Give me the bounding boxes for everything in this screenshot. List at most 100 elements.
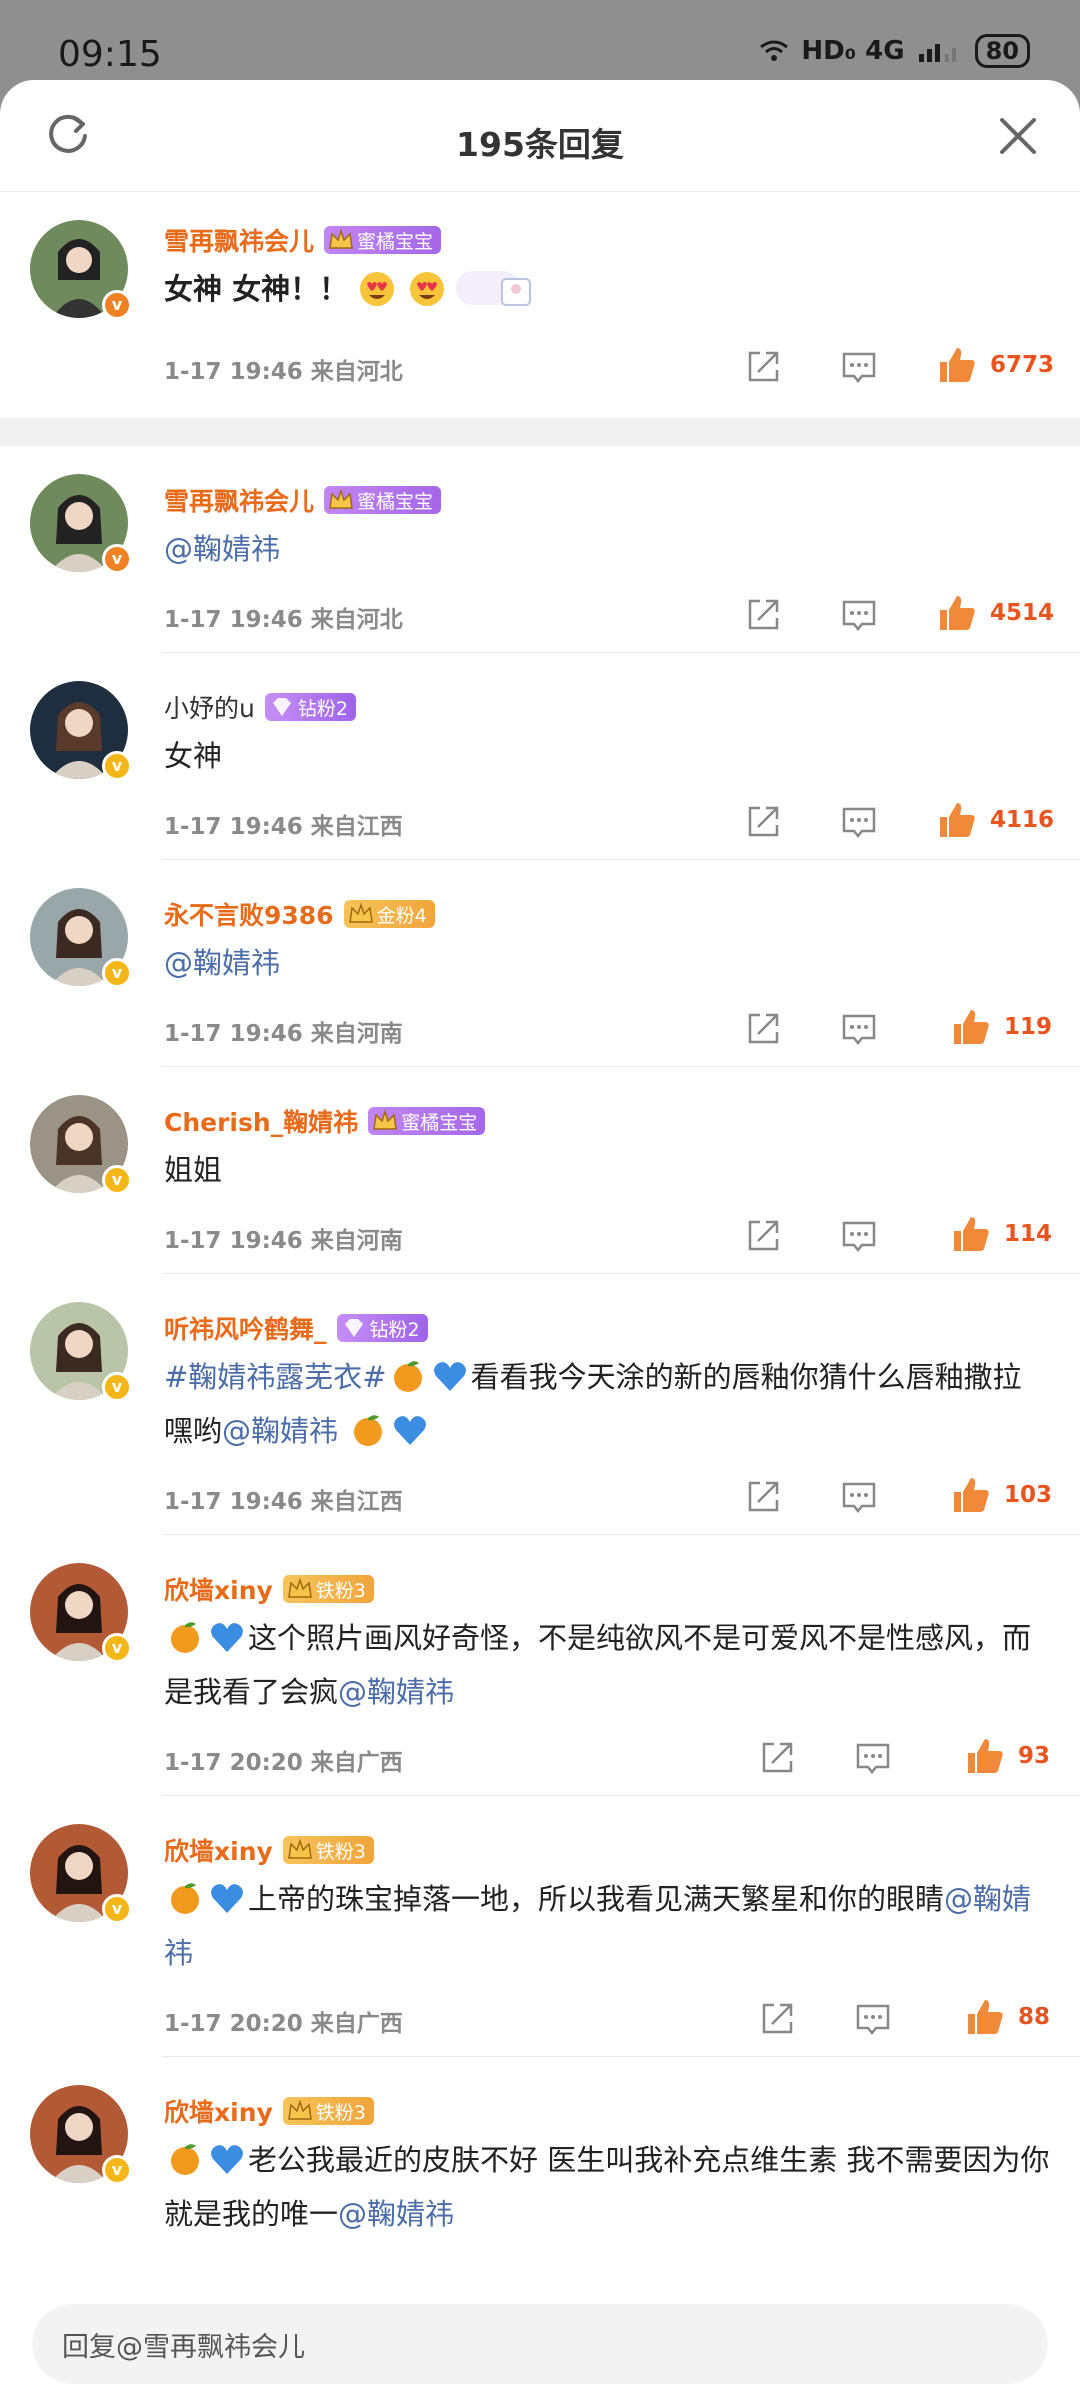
comment-author[interactable]: 永不言败9386 bbox=[164, 896, 334, 932]
comment-author[interactable]: 小妤的u bbox=[164, 689, 255, 725]
section-divider bbox=[0, 418, 1080, 446]
verified-badge: v bbox=[102, 958, 132, 988]
reply-input[interactable]: 回复@雪再飘祎会儿 bbox=[32, 2304, 1048, 2384]
comment-meta: 1-17 20:20 来自广西 93 bbox=[164, 1725, 1050, 1795]
fan-badge: 铁粉3 bbox=[282, 1575, 374, 1603]
like-icon[interactable] bbox=[950, 1474, 992, 1516]
crown-icon bbox=[373, 1109, 398, 1130]
share-icon[interactable] bbox=[744, 803, 782, 841]
avatar[interactable]: v bbox=[30, 888, 132, 988]
like-icon[interactable] bbox=[936, 799, 978, 841]
avatar[interactable]: v bbox=[30, 1302, 132, 1402]
heart-eyes-emoji-icon bbox=[410, 272, 445, 306]
avatar[interactable]: v bbox=[30, 681, 132, 781]
avatar[interactable]: v bbox=[30, 1563, 132, 1663]
comment-icon[interactable] bbox=[840, 1010, 878, 1048]
comment-author[interactable]: Cherish_鞠婧祎 bbox=[164, 1103, 358, 1139]
avatar[interactable]: v bbox=[30, 2085, 132, 2185]
comment-author[interactable]: 欣墙xiny bbox=[164, 2093, 273, 2129]
verified-badge: v bbox=[102, 290, 132, 320]
comment-text: 上帝的珠宝掉落一地，所以我看见满天繁星和你的眼睛@鞠婧祎 bbox=[164, 1872, 1050, 1980]
comment-author[interactable]: 雪再飘祎会儿 bbox=[164, 222, 314, 258]
like-count: 103 bbox=[1004, 1482, 1053, 1508]
blue-heart-emoji-icon bbox=[211, 1884, 243, 1913]
like-icon[interactable] bbox=[936, 592, 978, 634]
sheet-header: 195条回复 bbox=[0, 80, 1080, 192]
avatar[interactable]: v bbox=[30, 220, 132, 320]
comment-icon[interactable] bbox=[840, 1217, 878, 1255]
hashtag-link[interactable]: #鞠婧祎露芜衣# bbox=[164, 1360, 387, 1394]
like-icon[interactable] bbox=[950, 1213, 992, 1255]
verified-badge: v bbox=[102, 1894, 132, 1924]
share-icon[interactable] bbox=[744, 1010, 782, 1048]
verified-badge: v bbox=[102, 1372, 132, 1402]
avatar[interactable]: v bbox=[30, 1095, 132, 1195]
comment-time: 1-17 19:46 来自河北 bbox=[164, 359, 403, 385]
comment-icon[interactable] bbox=[854, 1739, 892, 1777]
featured-comment: v 雪再飘祎会儿 蜜橘宝宝 女神 女神！！ 1-17 19:46 来自河北 67… bbox=[0, 192, 1080, 404]
comment-body: 老公我最近的皮肤不好 医生叫我补充点维生素 我不需要因为你就是我的唯一 bbox=[164, 2143, 1050, 2231]
comment-body: 这个照片画风好奇怪，不是纯欲风不是可爱风不是性感风，而是我看了会疯 bbox=[164, 1621, 1032, 1709]
comment-meta: 1-17 20:20 来自广西 88 bbox=[164, 1986, 1050, 2056]
like-count: 4514 bbox=[990, 600, 1055, 626]
reply-item: v 欣墙xiny 铁粉3 这个照片画风好奇怪，不是纯欲风不是可爱风不是性感风，而… bbox=[0, 1535, 1080, 1796]
verified-badge: v bbox=[102, 2155, 132, 2185]
reply-item: v 欣墙xiny 铁粉3 老公我最近的皮肤不好 医生叫我补充点维生素 我不需要因… bbox=[0, 2057, 1080, 2241]
comment-icon[interactable] bbox=[840, 348, 878, 386]
verified-badge: v bbox=[102, 1165, 132, 1195]
comment-text: 姐姐 bbox=[164, 1143, 1050, 1197]
mention-link[interactable]: @鞠婧祎 bbox=[338, 2197, 454, 2231]
comment-time: 1-17 20:20 来自广西 bbox=[164, 2011, 403, 2037]
sheet-title: 195条回复 bbox=[456, 125, 624, 164]
reply-item: v 欣墙xiny 铁粉3 上帝的珠宝掉落一地，所以我看见满天繁星和你的眼睛@鞠婧… bbox=[0, 1796, 1080, 2057]
close-icon[interactable] bbox=[996, 114, 1040, 158]
verified-badge: v bbox=[102, 1633, 132, 1663]
comment-icon[interactable] bbox=[840, 803, 878, 841]
crown-icon bbox=[287, 1577, 312, 1598]
reply-item: v 听祎风吟鹤舞_ 钻粉2 #鞠婧祎露芜衣# 看看我今天涂的新的唇釉你猜什么唇釉撒… bbox=[0, 1274, 1080, 1535]
share-icon[interactable] bbox=[744, 348, 782, 386]
reply-item: v 雪再飘祎会儿 蜜橘宝宝 @鞠婧祎 1-17 19:46 来自河北 4514 bbox=[0, 446, 1080, 653]
comment-meta: 1-17 19:46 来自河南 119 bbox=[164, 996, 1052, 1066]
comment-meta: 1-17 19:46 来自河北 4514 bbox=[164, 582, 1054, 652]
fan-badge: 钻粉2 bbox=[264, 693, 356, 721]
battery-indicator: 80 bbox=[974, 34, 1030, 68]
comment-icon[interactable] bbox=[840, 1478, 878, 1516]
share-icon[interactable] bbox=[758, 1739, 796, 1777]
comment-text: 老公我最近的皮肤不好 医生叫我补充点维生素 我不需要因为你就是我的唯一@鞠婧祎 bbox=[164, 2133, 1050, 2241]
comment-author[interactable]: 欣墙xiny bbox=[164, 1832, 273, 1868]
comment-author[interactable]: 欣墙xiny bbox=[164, 1571, 273, 1607]
mention-link[interactable]: @鞠婧祎 bbox=[338, 1675, 454, 1709]
comment-text: @鞠婧祎 bbox=[164, 522, 1050, 576]
reply-list: v 雪再飘祎会儿 蜜橘宝宝 @鞠婧祎 1-17 19:46 来自河北 4514 … bbox=[0, 446, 1080, 2241]
comment-author[interactable]: 听祎风吟鹤舞_ bbox=[164, 1310, 327, 1346]
avatar[interactable]: v bbox=[30, 474, 132, 574]
comment-body: 女神 bbox=[164, 739, 223, 773]
mention-link[interactable]: @鞠婧祎 bbox=[164, 946, 280, 980]
diamond-icon bbox=[272, 698, 291, 716]
share-icon[interactable] bbox=[758, 2000, 796, 2038]
comment-icon[interactable] bbox=[840, 596, 878, 634]
blue-heart-emoji-icon bbox=[211, 2145, 243, 2174]
avatar[interactable]: v bbox=[30, 1824, 132, 1924]
share-icon[interactable] bbox=[744, 1478, 782, 1516]
comment-meta: 1-17 19:46 来自河南 114 bbox=[164, 1203, 1052, 1273]
mention-link[interactable]: @鞠婧祎 bbox=[222, 1414, 338, 1448]
share-icon[interactable] bbox=[744, 1217, 782, 1255]
like-icon[interactable] bbox=[950, 1006, 992, 1048]
comment-author[interactable]: 雪再飘祎会儿 bbox=[164, 482, 314, 518]
comment-meta: 1-17 19:46 来自河北 6773 bbox=[164, 334, 1054, 404]
comment-text: 女神 bbox=[164, 729, 1050, 783]
like-icon[interactable] bbox=[964, 1996, 1006, 2038]
tangerine-emoji-icon bbox=[354, 1415, 383, 1446]
comment-time: 1-17 19:46 来自河北 bbox=[164, 607, 403, 633]
like-icon[interactable] bbox=[936, 344, 978, 386]
diamond-icon bbox=[344, 1319, 363, 1337]
comment-icon[interactable] bbox=[854, 2000, 892, 2038]
verified-badge: v bbox=[102, 751, 132, 781]
status-bar: 09:15 HD₀ 4G 80 bbox=[0, 0, 1080, 82]
like-icon[interactable] bbox=[964, 1735, 1006, 1777]
mention-link[interactable]: @鞠婧祎 bbox=[164, 532, 280, 566]
like-count: 88 bbox=[1018, 2004, 1051, 2030]
share-icon[interactable] bbox=[744, 596, 782, 634]
